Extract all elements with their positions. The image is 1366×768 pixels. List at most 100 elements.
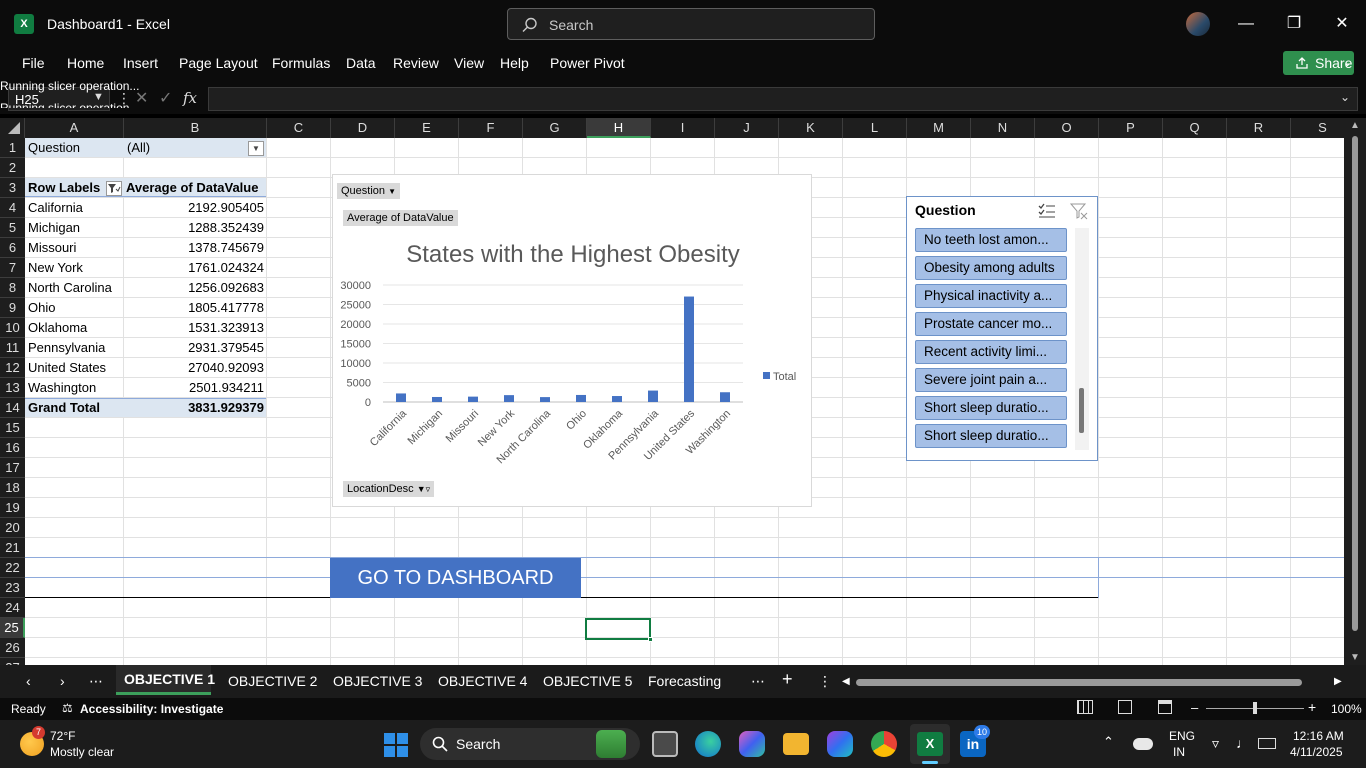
edge-icon[interactable] — [695, 731, 721, 757]
slicer-item[interactable]: Obesity among adults — [915, 256, 1067, 280]
volume-icon[interactable]: ♩ — [1236, 735, 1250, 751]
tab-view[interactable]: View — [454, 55, 484, 71]
search-box[interactable]: Search — [507, 8, 875, 40]
share-button[interactable]: Share ⌄ — [1283, 51, 1354, 75]
vertical-scrollbar[interactable]: ▲ ▼ — [1344, 118, 1366, 665]
accessibility-status[interactable]: Accessibility: Investigate — [80, 702, 223, 716]
clock-date[interactable]: 4/11/2025 — [1290, 745, 1343, 759]
row-header-selected[interactable]: 25 — [0, 618, 25, 638]
row-header[interactable]: 13 — [0, 378, 25, 398]
chart-bar[interactable] — [576, 394, 586, 402]
chart-bar[interactable] — [432, 396, 442, 402]
page-break-view-icon[interactable] — [1158, 700, 1172, 714]
zoom-slider-thumb[interactable] — [1253, 702, 1257, 714]
row-header[interactable]: 21 — [0, 538, 25, 558]
slicer-scroll-thumb[interactable] — [1079, 388, 1084, 433]
slicer-scrollbar[interactable] — [1075, 228, 1089, 450]
chart-bar[interactable] — [612, 396, 622, 402]
horizontal-scroll-thumb[interactable] — [856, 679, 1302, 686]
tab-objective-3[interactable]: OBJECTIVE 3 — [333, 673, 422, 689]
zoom-out-icon[interactable]: – — [1191, 700, 1198, 715]
tab-formulas[interactable]: Formulas — [272, 55, 330, 71]
minimize-icon[interactable]: — — [1236, 14, 1256, 34]
col-header-g[interactable]: G — [523, 118, 587, 138]
col-header-p[interactable]: P — [1099, 118, 1163, 138]
chart-bar[interactable] — [648, 390, 658, 402]
tab-review[interactable]: Review — [393, 55, 439, 71]
tab-forecasting[interactable]: Forecasting — [648, 673, 721, 689]
restore-icon[interactable]: ❐ — [1284, 14, 1304, 34]
file-explorer-icon[interactable] — [783, 733, 809, 755]
row-header[interactable]: 17 — [0, 458, 25, 478]
prev-sheet-icon[interactable]: ‹ — [26, 673, 31, 689]
zoom-level[interactable]: 100% — [1331, 702, 1362, 716]
row-header[interactable]: 9 — [0, 298, 25, 318]
selected-cell-h25[interactable] — [585, 618, 651, 640]
row-header[interactable]: 11 — [0, 338, 25, 358]
col-header-f[interactable]: F — [459, 118, 523, 138]
row-header[interactable]: 14 — [0, 398, 25, 418]
clock-time[interactable]: 12:16 AM — [1293, 729, 1344, 743]
vertical-scroll-thumb[interactable] — [1352, 136, 1358, 631]
col-header-l[interactable]: L — [843, 118, 907, 138]
tab-data[interactable]: Data — [346, 55, 376, 71]
chrome-icon[interactable] — [871, 731, 897, 757]
next-sheet-icon[interactable]: › — [60, 673, 65, 689]
tab-file[interactable]: File — [22, 55, 45, 71]
slicer-item[interactable]: Physical inactivity a... — [915, 284, 1067, 308]
col-header-c[interactable]: C — [267, 118, 331, 138]
row-header[interactable]: 10 — [0, 318, 25, 338]
col-header-a[interactable]: A — [25, 118, 124, 138]
row-header[interactable]: 26 — [0, 638, 25, 658]
row-header[interactable]: 3 — [0, 178, 25, 198]
row-header[interactable]: 5 — [0, 218, 25, 238]
slicer-item[interactable]: Severe joint pain a... — [915, 368, 1067, 392]
onedrive-icon[interactable] — [1133, 738, 1153, 750]
tab-objective-2[interactable]: OBJECTIVE 2 — [228, 673, 317, 689]
language-line1[interactable]: ENG — [1169, 729, 1195, 743]
slicer-item[interactable]: Short sleep duratio... — [915, 396, 1067, 420]
row-header[interactable]: 16 — [0, 438, 25, 458]
tab-objective-5[interactable]: OBJECTIVE 5 — [543, 673, 632, 689]
tab-objective-1-active[interactable]: OBJECTIVE 1 — [116, 665, 215, 695]
scroll-right-icon[interactable]: ▶ — [1334, 676, 1342, 687]
tab-insert[interactable]: Insert — [123, 55, 158, 71]
go-to-dashboard-button[interactable]: GO TO DASHBOARD — [330, 558, 581, 598]
col-header-h[interactable]: H — [587, 118, 651, 138]
row-header[interactable]: 27 — [0, 658, 25, 665]
chart-bar[interactable] — [468, 396, 478, 402]
chart-location-field-button[interactable]: LocationDesc ▼▿ — [343, 481, 435, 497]
col-header-n[interactable]: N — [971, 118, 1035, 138]
row-header[interactable]: 23 — [0, 578, 25, 598]
row-header[interactable]: 6 — [0, 238, 25, 258]
wifi-icon[interactable]: ▿ — [1212, 735, 1219, 752]
formula-input[interactable] — [208, 87, 1358, 111]
chart-bar[interactable] — [684, 296, 694, 402]
row-header[interactable]: 12 — [0, 358, 25, 378]
chart-bar[interactable] — [396, 393, 406, 402]
chart-bar[interactable] — [720, 392, 730, 402]
col-header-s[interactable]: S — [1291, 118, 1344, 138]
slicer-item[interactable]: Prostate cancer mo... — [915, 312, 1067, 336]
enter-entry-icon[interactable]: ✓ — [159, 88, 172, 108]
add-sheet-icon[interactable]: + — [782, 669, 793, 690]
tab-power-pivot[interactable]: Power Pivot — [550, 55, 625, 71]
tab-help[interactable]: Help — [500, 55, 529, 71]
slicer-item[interactable]: Recent activity limi... — [915, 340, 1067, 364]
row-header[interactable]: 19 — [0, 498, 25, 518]
row-header[interactable]: 15 — [0, 418, 25, 438]
row-labels-filter-button[interactable] — [106, 181, 122, 196]
multi-select-icon[interactable] — [1037, 202, 1057, 220]
worksheet-grid[interactable]: A B C D E F G H I J K L M N O P Q R S 1 … — [0, 118, 1344, 665]
col-header-r[interactable]: R — [1227, 118, 1291, 138]
copilot-icon[interactable] — [739, 731, 765, 757]
col-header-m[interactable]: M — [907, 118, 971, 138]
select-all-corner[interactable] — [0, 118, 25, 138]
close-icon[interactable]: ✕ — [1332, 14, 1352, 34]
scroll-up-icon[interactable]: ▲ — [1350, 120, 1360, 131]
row-header[interactable]: 1 — [0, 138, 25, 158]
taskbar-search[interactable]: Search — [420, 728, 640, 760]
zoom-in-icon[interactable]: + — [1308, 699, 1316, 715]
col-header-o[interactable]: O — [1035, 118, 1099, 138]
slicer-item[interactable]: Short sleep duratio... — [915, 424, 1067, 448]
